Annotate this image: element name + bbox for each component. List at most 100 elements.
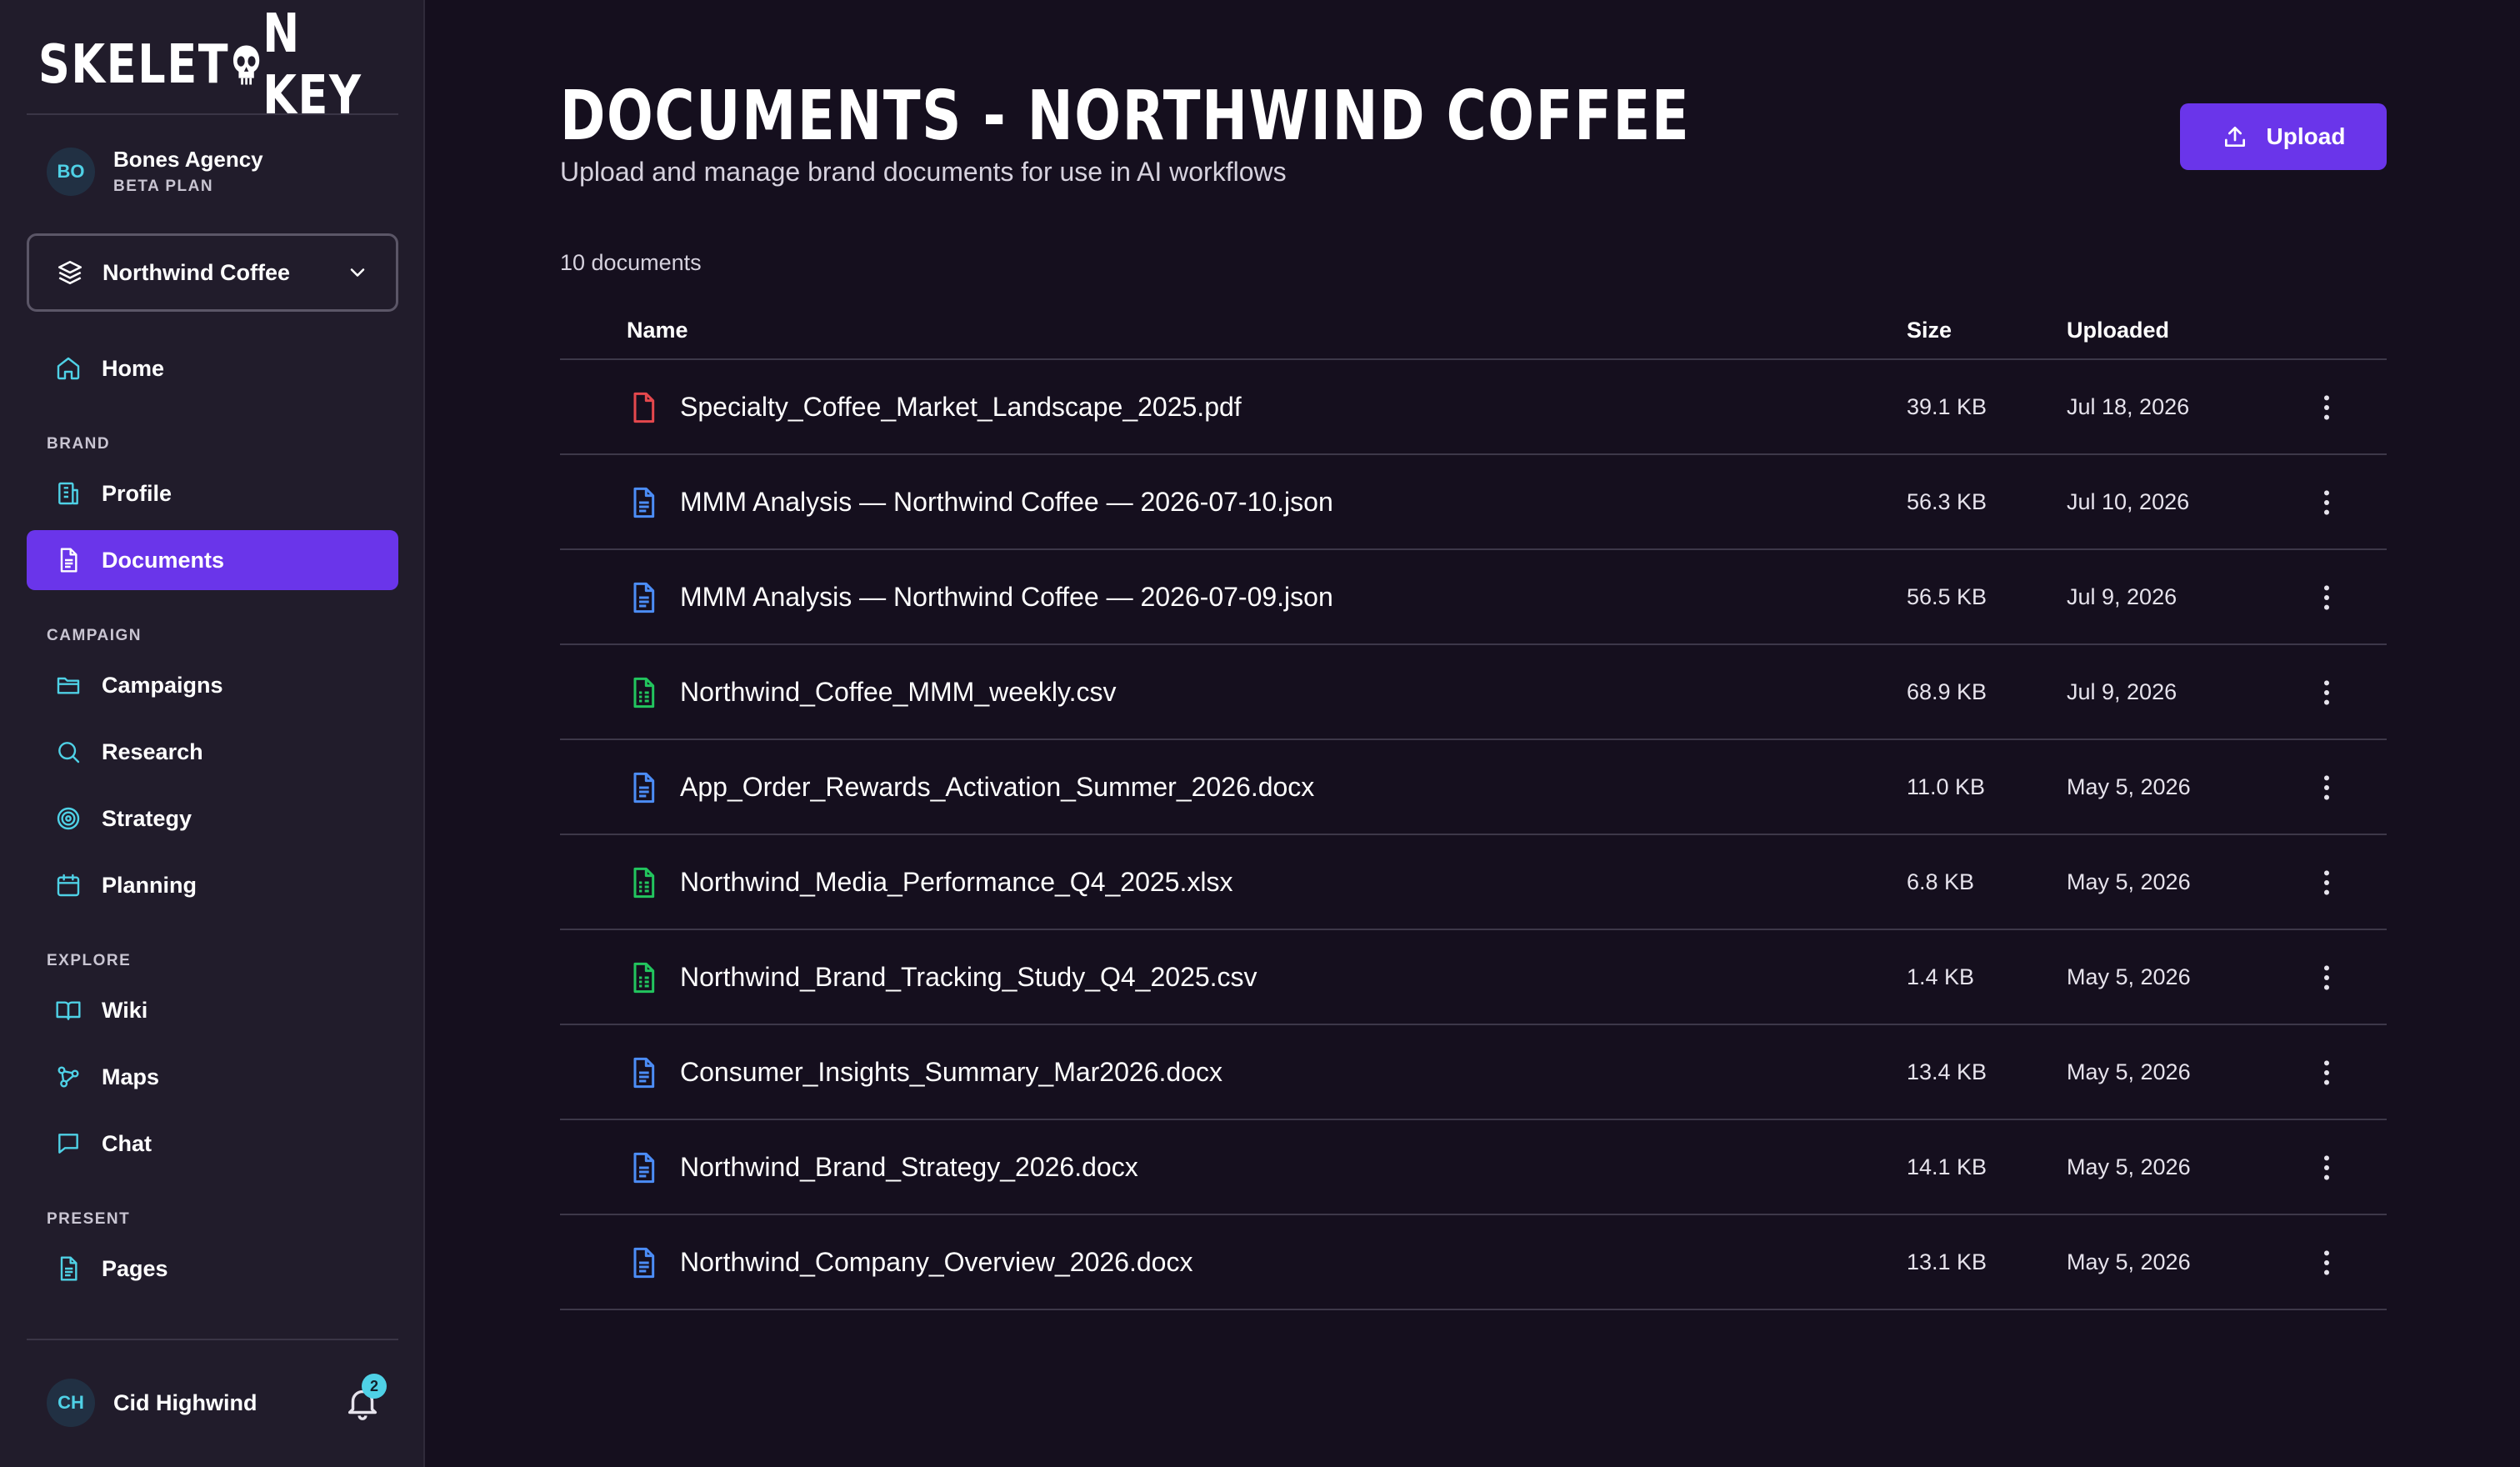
column-header-name[interactable]: Name [627, 300, 688, 360]
sidebar-item-maps[interactable]: Maps [27, 1047, 398, 1107]
document-size: 13.1 KB [1907, 1249, 1988, 1274]
sidebar-item-label: Campaigns [102, 672, 223, 698]
document-size: 68.9 KB [1907, 679, 1988, 704]
building-icon [58, 482, 78, 505]
table-row[interactable]: Northwind_Company_Overview_2026.docx 13.1… [560, 1215, 2387, 1310]
agency-avatar: BO [47, 147, 95, 196]
document-name[interactable]: Northwind_Brand_Strategy_2026.docx [680, 1120, 1138, 1214]
spreadsheet-file-icon [633, 962, 655, 994]
sidebar-item-chat[interactable]: Chat [27, 1114, 398, 1174]
table-row[interactable]: Northwind_Media_Performance_Q4_2025.xlsx… [560, 835, 2387, 930]
network-icon [58, 1066, 79, 1088]
table-row[interactable]: Specialty_Coffee_Market_Landscape_2025.p… [560, 360, 2387, 455]
user-name: Cid Highwind [113, 1389, 258, 1415]
document-name[interactable]: MMM Analysis — Northwind Coffee — 2026-0… [680, 455, 1333, 548]
document-uploaded-date: May 5, 2026 [2067, 964, 2191, 989]
text-file-icon [633, 1247, 655, 1279]
document-uploaded-date: Jul 9, 2026 [2067, 584, 2178, 609]
page-title: DOCUMENTS - NORTHWIND COFFEE [560, 77, 1691, 156]
document-name[interactable]: MMM Analysis — Northwind Coffee — 2026-0… [680, 550, 1333, 643]
sidebar-item-label: Wiki [102, 997, 148, 1023]
document-size: 11.0 KB [1907, 774, 1986, 799]
section-label-brand: BRAND [47, 435, 111, 453]
text-file-icon [633, 1152, 655, 1184]
document-name[interactable]: Northwind_Media_Performance_Q4_2025.xlsx [680, 835, 1232, 929]
document-name[interactable]: App_Order_Rewards_Activation_Summer_2026… [680, 740, 1314, 834]
document-uploaded-date: May 5, 2026 [2067, 1154, 2191, 1179]
document-name[interactable]: Northwind_Company_Overview_2026.docx [680, 1215, 1192, 1309]
sidebar-item-pages[interactable]: Pages [27, 1239, 398, 1299]
logo-text-left: SKELET [38, 34, 230, 96]
agency-switcher[interactable]: BO Bones Agency BETA PLAN [47, 147, 263, 196]
document-uploaded-date: May 5, 2026 [2067, 869, 2191, 894]
upload-button-label: Upload [2266, 123, 2346, 149]
more-vertical-icon[interactable] [2310, 486, 2343, 519]
layers-icon [58, 260, 82, 285]
documents-table: Name Size Uploaded Specialty_Coffee_Mark… [560, 300, 2387, 1310]
user-avatar: CH [47, 1379, 95, 1427]
sidebar-item-research[interactable]: Research [27, 722, 398, 782]
sidebar-item-wiki[interactable]: Wiki [27, 980, 398, 1040]
table-row[interactable]: MMM Analysis — Northwind Coffee — 2026-0… [560, 550, 2387, 645]
sidebar-item-planning[interactable]: Planning [27, 855, 398, 915]
text-file-icon [633, 1057, 655, 1089]
text-file-icon [633, 582, 655, 613]
table-row[interactable]: App_Order_Rewards_Activation_Summer_2026… [560, 740, 2387, 835]
sidebar-item-home[interactable]: Home [27, 338, 398, 398]
notification-badge: 2 [362, 1374, 387, 1399]
upload-button[interactable]: Upload [2180, 103, 2387, 170]
app-logo[interactable]: SKELET N KEY [38, 3, 374, 127]
column-header-size[interactable]: Size [1907, 300, 1952, 360]
more-vertical-icon[interactable] [2310, 771, 2343, 804]
document-name[interactable]: Specialty_Coffee_Market_Landscape_2025.p… [680, 360, 1242, 453]
agency-name: Bones Agency [113, 147, 263, 172]
sidebar-item-campaigns[interactable]: Campaigns [27, 655, 398, 715]
sidebar: SKELET N KEY BO Bones Agency BETA PLAN N… [0, 0, 425, 1467]
document-name[interactable]: Northwind_Brand_Tracking_Study_Q4_2025.c… [680, 930, 1258, 1024]
chevron-down-icon [350, 268, 365, 277]
column-header-uploaded[interactable]: Uploaded [2067, 300, 2169, 360]
sidebar-item-documents[interactable]: Documents [27, 530, 398, 590]
document-uploaded-date: Jul 18, 2026 [2067, 394, 2190, 419]
home-icon [57, 357, 80, 380]
table-row[interactable]: Northwind_Brand_Strategy_2026.docx 14.1 K… [560, 1120, 2387, 1215]
more-vertical-icon[interactable] [2310, 961, 2343, 994]
document-uploaded-date: Jul 9, 2026 [2067, 679, 2178, 704]
sidebar-divider [27, 1339, 398, 1340]
table-row[interactable]: MMM Analysis — Northwind Coffee — 2026-0… [560, 455, 2387, 550]
more-vertical-icon[interactable] [2310, 676, 2343, 709]
sidebar-item-profile[interactable]: Profile [27, 463, 398, 523]
skull-icon [232, 45, 259, 85]
section-label-present: PRESENT [47, 1210, 131, 1228]
table-body: Specialty_Coffee_Market_Landscape_2025.p… [560, 360, 2387, 1310]
more-vertical-icon[interactable] [2310, 866, 2343, 899]
document-uploaded-date: May 5, 2026 [2067, 774, 2191, 799]
user-menu[interactable]: CH Cid Highwind [47, 1379, 257, 1427]
logo-text-right: N KEY [262, 3, 362, 127]
more-vertical-icon[interactable] [2310, 1151, 2343, 1184]
document-name[interactable]: Northwind_Coffee_MMM_weekly.csv [680, 645, 1116, 739]
sidebar-item-strategy[interactable]: Strategy [27, 789, 398, 849]
table-row[interactable]: Northwind_Brand_Tracking_Study_Q4_2025.c… [560, 930, 2387, 1025]
more-vertical-icon[interactable] [2310, 391, 2343, 424]
table-header: Name Size Uploaded [560, 300, 2387, 360]
book-open-icon [56, 1001, 81, 1020]
text-file-icon [633, 772, 655, 804]
page-subtitle: Upload and manage brand documents for us… [560, 157, 1287, 187]
sidebar-item-label: Pages [102, 1255, 168, 1281]
folder-icon [57, 677, 80, 694]
document-name[interactable]: Consumer_Insights_Summary_Mar2026.docx [680, 1025, 1222, 1119]
sidebar-divider [27, 113, 398, 115]
document-uploaded-date: Jul 10, 2026 [2067, 489, 2190, 514]
document-size: 56.5 KB [1907, 584, 1988, 609]
document-size: 6.8 KB [1907, 869, 1975, 894]
more-vertical-icon[interactable] [2310, 1246, 2343, 1279]
table-row[interactable]: Consumer_Insights_Summary_Mar2026.docx 13… [560, 1025, 2387, 1120]
search-icon [58, 742, 80, 764]
brand-selector[interactable]: Northwind Coffee [27, 233, 398, 312]
more-vertical-icon[interactable] [2310, 1056, 2343, 1089]
sidebar-item-label: Maps [102, 1064, 160, 1089]
table-row[interactable]: Northwind_Coffee_MMM_weekly.csv 68.9 KB Ju… [560, 645, 2387, 740]
text-file-icon [633, 487, 655, 518]
more-vertical-icon[interactable] [2310, 581, 2343, 614]
